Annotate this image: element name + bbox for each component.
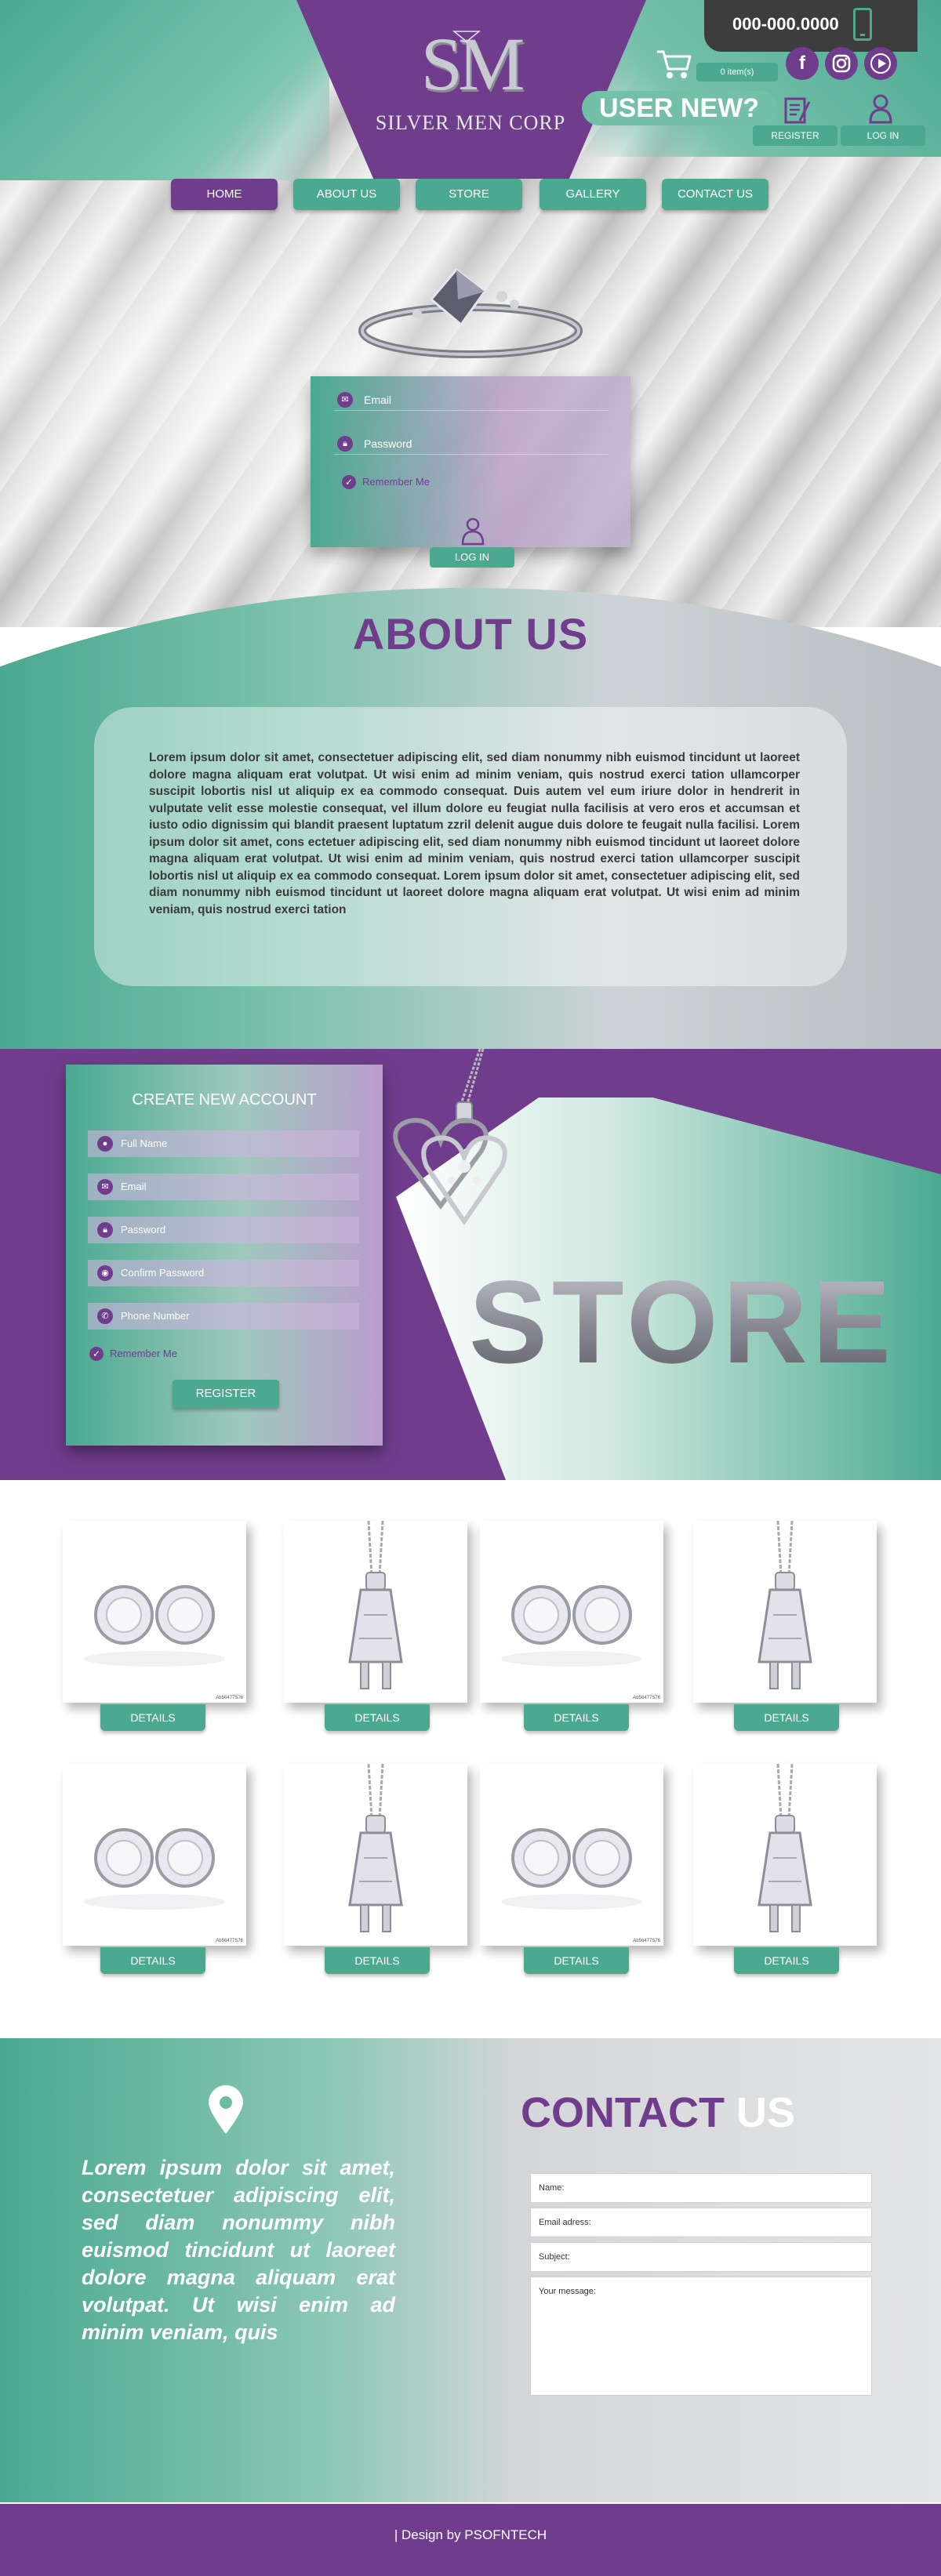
- product-card[interactable]: Ab56477S76: [63, 1764, 246, 1946]
- eye-icon: ◉: [97, 1265, 113, 1281]
- remember-me-checkbox[interactable]: ✓: [342, 475, 356, 489]
- email-field[interactable]: ✉ Email: [88, 1174, 359, 1200]
- register-submit-button[interactable]: REGISTER: [173, 1380, 279, 1408]
- phone-icon: ✆: [97, 1308, 113, 1324]
- mail-icon: ✉: [337, 392, 353, 408]
- user-icon: ●: [97, 1136, 113, 1152]
- nav-home[interactable]: HOME: [171, 179, 278, 210]
- details-button[interactable]: DETAILS: [524, 1704, 629, 1731]
- create-account-title: CREATE NEW ACCOUNT: [132, 1091, 317, 1108]
- signup-remember-label: Remember Me: [110, 1348, 177, 1359]
- pendant-image: [348, 1764, 403, 1932]
- password-placeholder: Password: [121, 1224, 166, 1235]
- product-code: Ab56477S76: [633, 1939, 660, 1943]
- earrings-image: [501, 1828, 642, 1910]
- details-button[interactable]: DETAILS: [734, 1947, 839, 1974]
- contact-subject-label: Subject:: [539, 2252, 570, 2262]
- full-name-placeholder: Full Name: [121, 1137, 168, 1149]
- earrings-image: [84, 1828, 225, 1910]
- product-card[interactable]: Ab56477S76: [63, 1521, 246, 1703]
- heart-pendant-image: [393, 1049, 507, 1226]
- pendant-image: [758, 1764, 812, 1932]
- cart-count[interactable]: 0 item(s): [696, 63, 778, 82]
- about-text: Lorem ipsum dolor sit amet, consectetuer…: [149, 751, 800, 916]
- contact-email-label: Email adress:: [539, 2218, 591, 2227]
- instagram-icon[interactable]: [825, 47, 858, 80]
- product-card[interactable]: [284, 1764, 467, 1946]
- product-card[interactable]: [693, 1521, 877, 1703]
- mail-icon: ✉: [97, 1179, 113, 1195]
- user-new-banner: USER NEW?: [582, 91, 778, 125]
- contact-name-label: Name:: [539, 2183, 565, 2193]
- details-button[interactable]: DETAILS: [325, 1947, 430, 1974]
- contact-name-field[interactable]: Name:: [530, 2173, 872, 2203]
- lock-icon: 🔒︎: [337, 436, 353, 452]
- pendant-image: [348, 1521, 403, 1689]
- brand-name: SILVER MEN CORP: [375, 111, 566, 134]
- facebook-icon[interactable]: f: [786, 47, 819, 80]
- confirm-password-placeholder: Confirm Password: [121, 1267, 205, 1279]
- contact-message-label: Your message:: [539, 2287, 596, 2296]
- contact-title-us: US: [736, 2089, 795, 2136]
- product-card[interactable]: [693, 1764, 877, 1946]
- login-email-placeholder: Email: [364, 394, 392, 406]
- full-name-field[interactable]: ● Full Name: [88, 1130, 359, 1157]
- product-card[interactable]: [284, 1521, 467, 1703]
- phone-number-field[interactable]: ✆ Phone Number: [88, 1303, 359, 1330]
- ring-image: [358, 267, 583, 358]
- nav-gallery[interactable]: GALLERY: [540, 179, 646, 210]
- login-submit-button[interactable]: LOG IN: [430, 547, 514, 568]
- details-button[interactable]: DETAILS: [325, 1704, 430, 1731]
- location-pin-icon: [209, 2085, 243, 2134]
- register-button[interactable]: REGISTER: [753, 125, 837, 146]
- product-code: Ab56477S76: [216, 1696, 243, 1700]
- youtube-icon[interactable]: [864, 47, 897, 80]
- pendant-image: [758, 1521, 812, 1689]
- nav-contact-us[interactable]: CONTACT US: [662, 179, 768, 210]
- details-button[interactable]: DETAILS: [100, 1704, 205, 1731]
- user-icon: [461, 517, 485, 546]
- cart-icon[interactable]: [656, 49, 693, 80]
- phone-number: 000-000.0000: [732, 14, 839, 34]
- about-title: ABOUT US: [352, 609, 589, 659]
- hero-teal-accent-left: [0, 0, 329, 180]
- diamond-icon: [452, 31, 481, 42]
- login-email-field[interactable]: ✉ Email: [334, 389, 609, 411]
- login-password-field[interactable]: 🔒︎ Password: [334, 433, 609, 455]
- contact-email-field[interactable]: Email adress:: [530, 2208, 872, 2237]
- details-button[interactable]: DETAILS: [524, 1947, 629, 1974]
- password-field[interactable]: 🔒︎ Password: [88, 1217, 359, 1243]
- details-button[interactable]: DETAILS: [100, 1947, 205, 1974]
- nav-store[interactable]: STORE: [416, 179, 522, 210]
- product-code: Ab56477S76: [633, 1696, 660, 1700]
- contact-title-contact: CONTACT: [521, 2089, 725, 2136]
- register-icon[interactable]: [783, 94, 811, 125]
- phone-icon: [853, 8, 872, 41]
- product-card[interactable]: Ab56477S76: [480, 1521, 663, 1703]
- details-button[interactable]: DETAILS: [734, 1704, 839, 1731]
- user-icon[interactable]: [869, 94, 892, 124]
- contact-title: CONTACT US: [521, 2088, 795, 2137]
- footer-credit: | Design by PSOFNTECH: [394, 2527, 547, 2542]
- remember-me-label: Remember Me: [362, 476, 430, 488]
- phone-number-placeholder: Phone Number: [121, 1310, 190, 1322]
- product-code: Ab56477S76: [216, 1939, 243, 1943]
- email-placeholder: Email: [121, 1181, 147, 1192]
- nav-about-us[interactable]: ABOUT US: [293, 179, 400, 210]
- earrings-image: [84, 1585, 225, 1667]
- confirm-password-field[interactable]: ◉ Confirm Password: [88, 1260, 359, 1286]
- product-card[interactable]: Ab56477S76: [480, 1764, 663, 1946]
- earrings-image: [501, 1585, 642, 1667]
- signup-remember-checkbox[interactable]: ✓: [89, 1347, 104, 1361]
- contact-text: Lorem ipsum dolor sit amet, consectetuer…: [82, 2156, 395, 2344]
- contact-message-field[interactable]: Your message:: [530, 2277, 872, 2396]
- store-heading: STORE: [469, 1254, 896, 1390]
- login-password-placeholder: Password: [364, 437, 412, 450]
- lock-icon: 🔒︎: [97, 1222, 113, 1238]
- login-button[interactable]: LOG IN: [841, 125, 925, 146]
- contact-subject-field[interactable]: Subject:: [530, 2242, 872, 2272]
